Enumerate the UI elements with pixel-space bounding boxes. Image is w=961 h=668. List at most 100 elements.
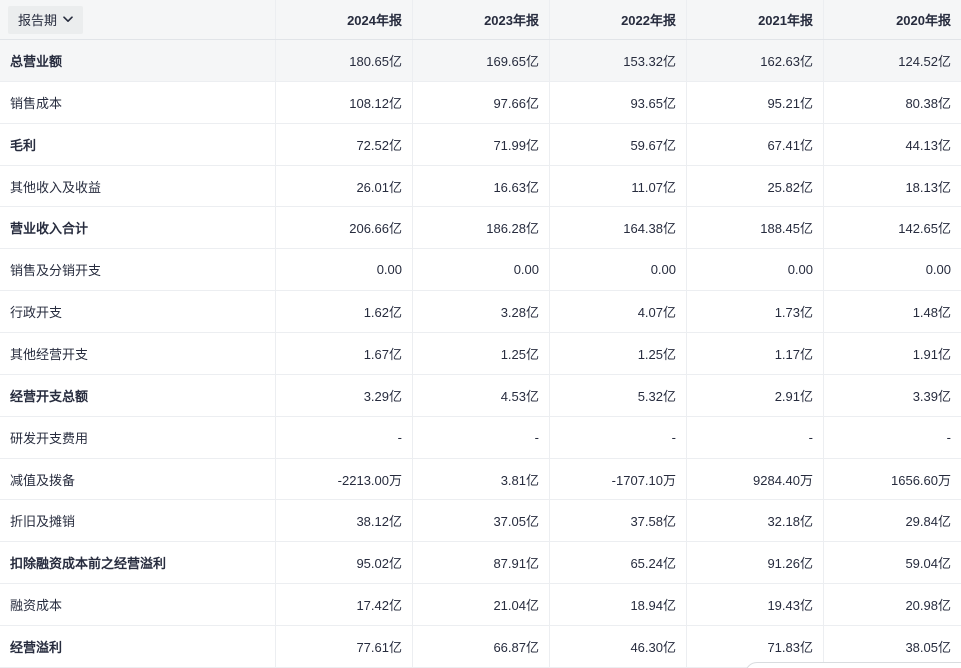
value-cell: 1.91亿	[823, 333, 961, 374]
table-header-row: 报告期 2024年报 2023年报 2022年报 2021年报 2020年报	[0, 0, 961, 40]
value-cell: 44.13亿	[823, 123, 961, 165]
row-label: 毛利	[10, 137, 37, 153]
value-cell: 37.05亿	[412, 500, 549, 542]
value-cell: 0.00	[823, 249, 961, 291]
value-cell: 91.26亿	[686, 542, 823, 584]
value-cell: 169.65亿	[412, 40, 549, 81]
table-row: 毛利 72.52亿 71.99亿 59.67亿 67.41亿 44.13亿	[0, 123, 961, 166]
chevron-down-icon	[63, 16, 73, 23]
value-cell: 77.61亿	[275, 626, 412, 667]
value-cell: 21.04亿	[412, 584, 549, 626]
row-label: 融资成本	[10, 598, 63, 614]
table-row: 研发开支费用 - - - - -	[0, 416, 961, 459]
report-period-dropdown[interactable]: 报告期	[8, 5, 84, 34]
value-cell: 32.18亿	[686, 500, 823, 542]
value-cell: 0.00	[412, 249, 549, 291]
value-cell: 1.62亿	[275, 291, 412, 333]
row-label: 折旧及摊销	[10, 514, 76, 530]
column-header-2021: 2021年报	[686, 0, 823, 39]
value-cell: 162.63亿	[686, 40, 823, 81]
value-cell: 5.32亿	[549, 374, 686, 416]
table-row: 销售及分销开支 0.00 0.00 0.00 0.00 0.00	[0, 249, 961, 292]
value-cell: 3.39亿	[823, 374, 961, 416]
value-cell: -	[275, 416, 412, 458]
table-row: 减值及拨备 -2213.00万 3.81亿 -1707.10万 9284.40万…	[0, 458, 961, 501]
table-row: 总营业额 180.65亿 169.65亿 153.32亿 162.63亿 124…	[0, 40, 961, 82]
value-cell: 18.94亿	[549, 584, 686, 626]
value-cell: 164.38亿	[549, 207, 686, 249]
value-cell: 16.63亿	[412, 165, 549, 207]
value-cell: 67.41亿	[686, 123, 823, 165]
row-label: 经营开支总额	[10, 388, 89, 404]
value-cell: 9284.40万	[686, 458, 823, 500]
value-cell: 20.98亿	[823, 584, 961, 626]
row-label: 研发开支费用	[10, 430, 89, 446]
value-cell: 1.73亿	[686, 291, 823, 333]
value-cell: -	[412, 416, 549, 458]
value-cell: 1.17亿	[686, 333, 823, 374]
value-cell: 153.32亿	[549, 40, 686, 81]
value-cell: 26.01亿	[275, 165, 412, 207]
table-row: 经营开支总额 3.29亿 4.53亿 5.32亿 2.91亿 3.39亿	[0, 374, 961, 417]
value-cell: -	[686, 416, 823, 458]
value-cell: 1.48亿	[823, 291, 961, 333]
column-header-2022: 2022年报	[549, 0, 686, 39]
value-cell: 59.04亿	[823, 542, 961, 584]
value-cell: 95.02亿	[275, 542, 412, 584]
value-cell: 124.52亿	[823, 40, 961, 81]
report-period-header-cell: 报告期	[0, 0, 275, 39]
value-cell: 1.25亿	[549, 333, 686, 374]
value-cell: -	[823, 416, 961, 458]
value-cell: 11.07亿	[549, 165, 686, 207]
table-row: 其他收入及收益 26.01亿 16.63亿 11.07亿 25.82亿 18.1…	[0, 165, 961, 208]
value-cell: 38.05亿	[823, 626, 961, 667]
row-label: 销售及分销开支	[10, 263, 102, 279]
value-cell: 71.83亿	[686, 626, 823, 667]
value-cell: 2.91亿	[686, 374, 823, 416]
value-cell: -2213.00万	[275, 458, 412, 500]
value-cell: 180.65亿	[275, 40, 412, 81]
table-row: 扣除融资成本前之经营溢利 95.02亿 87.91亿 65.24亿 91.26亿…	[0, 542, 961, 585]
row-label: 总营业额	[10, 53, 63, 69]
value-cell: 46.30亿	[549, 626, 686, 667]
value-cell: 188.45亿	[686, 207, 823, 249]
value-cell: 3.81亿	[412, 458, 549, 500]
value-cell: 19.43亿	[686, 584, 823, 626]
table-row: 融资成本 17.42亿 21.04亿 18.94亿 19.43亿 20.98亿	[0, 584, 961, 627]
value-cell: 1.25亿	[412, 333, 549, 374]
value-cell: 18.13亿	[823, 165, 961, 207]
table-row: 折旧及摊销 38.12亿 37.05亿 37.58亿 32.18亿 29.84亿	[0, 500, 961, 543]
report-period-label: 报告期	[18, 13, 58, 28]
value-cell: 87.91亿	[412, 542, 549, 584]
value-cell: 65.24亿	[549, 542, 686, 584]
row-label: 行政开支	[10, 305, 63, 321]
value-cell: 3.29亿	[275, 374, 412, 416]
value-cell: 25.82亿	[686, 165, 823, 207]
table-row: 营业收入合计 206.66亿 186.28亿 164.38亿 188.45亿 1…	[0, 207, 961, 250]
value-cell: 142.65亿	[823, 207, 961, 249]
cutoff-popover-edge	[745, 662, 961, 668]
row-label: 其他收入及收益	[10, 179, 102, 195]
table-row: 其他经营开支 1.67亿 1.25亿 1.25亿 1.17亿 1.91亿	[0, 333, 961, 375]
column-header-2024: 2024年报	[275, 0, 412, 39]
value-cell: 38.12亿	[275, 500, 412, 542]
column-header-2020: 2020年报	[823, 0, 961, 39]
value-cell: 3.28亿	[412, 291, 549, 333]
table-row: 销售成本 108.12亿 97.66亿 93.65亿 95.21亿 80.38亿	[0, 81, 961, 124]
value-cell: -	[549, 416, 686, 458]
value-cell: 108.12亿	[275, 81, 412, 123]
row-label: 其他经营开支	[10, 346, 89, 362]
row-label: 扣除融资成本前之经营溢利	[10, 556, 167, 572]
value-cell: 72.52亿	[275, 123, 412, 165]
value-cell: 17.42亿	[275, 584, 412, 626]
value-cell: 0.00	[275, 249, 412, 291]
value-cell: 0.00	[549, 249, 686, 291]
value-cell: 4.07亿	[549, 291, 686, 333]
row-label: 经营溢利	[10, 639, 63, 655]
financial-statements-table: 报告期 2024年报 2023年报 2022年报 2021年报 2020年报 总…	[0, 0, 961, 668]
value-cell: 29.84亿	[823, 500, 961, 542]
column-header-2023: 2023年报	[412, 0, 549, 39]
value-cell: 186.28亿	[412, 207, 549, 249]
value-cell: 80.38亿	[823, 81, 961, 123]
value-cell: 66.87亿	[412, 626, 549, 667]
